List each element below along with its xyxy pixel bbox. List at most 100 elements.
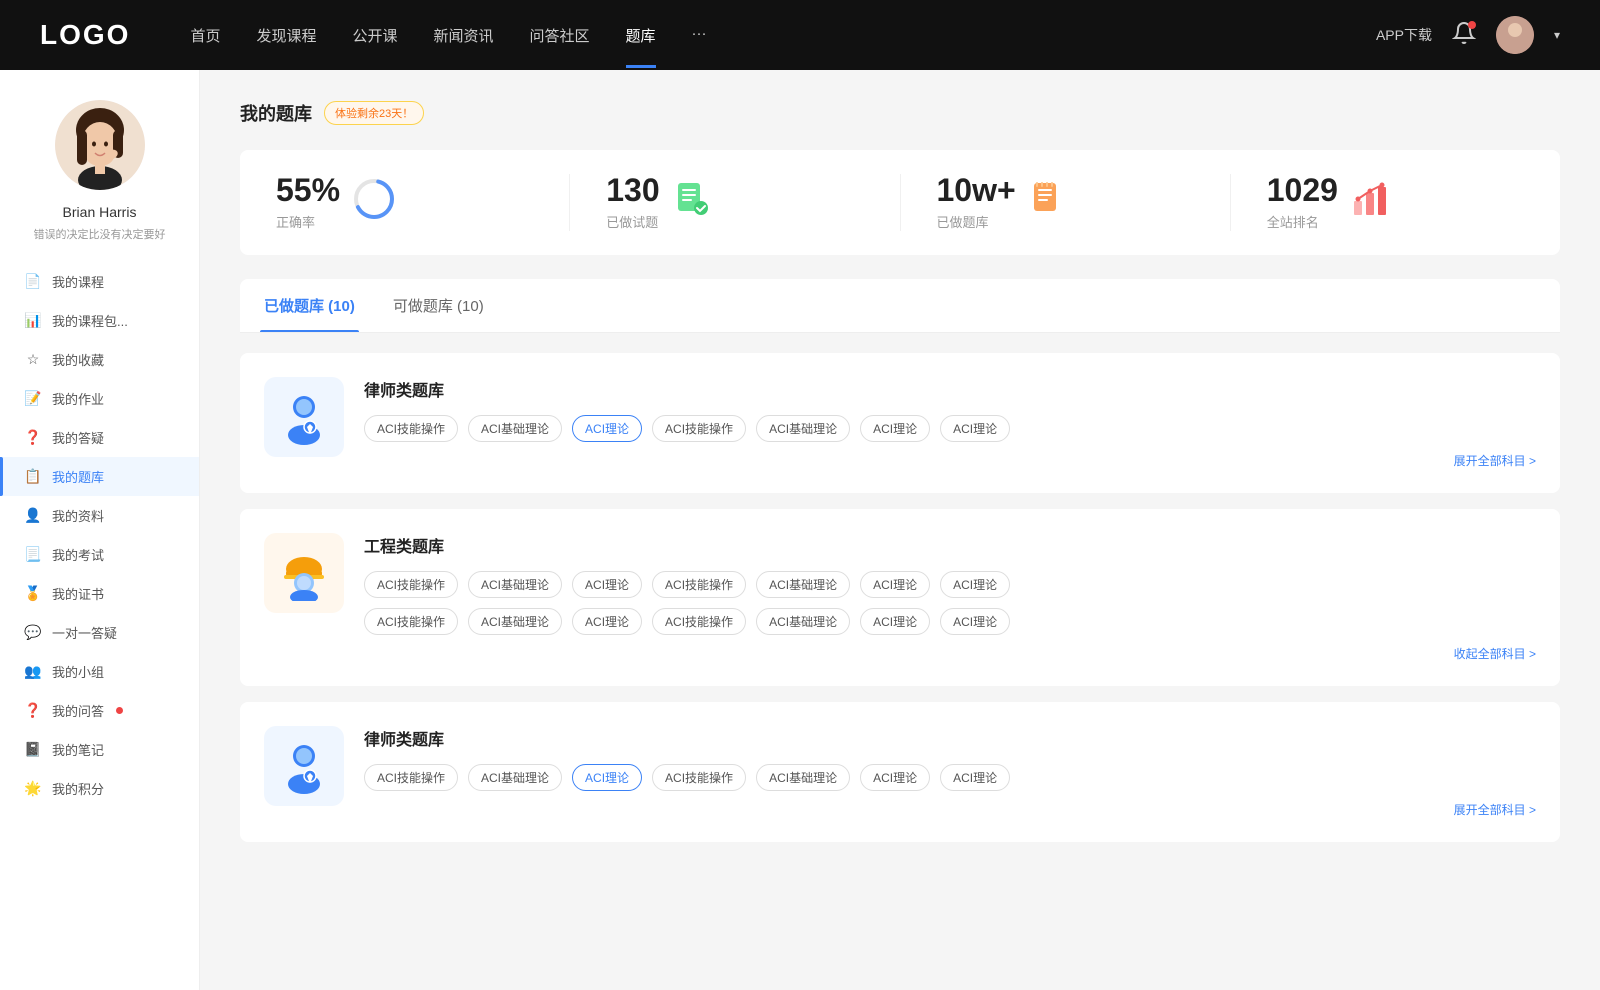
- expand-0[interactable]: 展开全部科目 >: [364, 452, 1536, 469]
- tab-available[interactable]: 可做题库 (10): [389, 279, 488, 332]
- expand-1[interactable]: 收起全部科目 >: [364, 645, 1536, 662]
- exam-icon: 📃: [24, 546, 42, 563]
- main-content: 我的题库 体验剩余23天！ 55% 正确率: [200, 70, 1600, 990]
- qa-icon: ❓: [24, 429, 42, 446]
- sidebar-item-exam[interactable]: 📃 我的考试: [0, 535, 199, 574]
- tag-2-2[interactable]: ACI理论: [572, 764, 642, 791]
- tag-2-5[interactable]: ACI理论: [860, 764, 930, 791]
- doc-orange-icon: [1030, 181, 1066, 217]
- app-download-button[interactable]: APP下载: [1376, 25, 1432, 45]
- tag-1-5[interactable]: ACI理论: [860, 571, 930, 598]
- certificate-icon: 🏅: [24, 585, 42, 602]
- sidebar-item-course-package[interactable]: 📊 我的课程包...: [0, 301, 199, 340]
- accuracy-value: 55%: [276, 174, 340, 206]
- notification-bell[interactable]: [1452, 21, 1476, 50]
- tag-2-4[interactable]: ACI基础理论: [756, 764, 850, 791]
- sidebar-item-one-on-one[interactable]: 💬 一对一答疑: [0, 613, 199, 652]
- done-banks-icon: [1030, 181, 1066, 224]
- subject-icon-wrapper-engineer: [264, 533, 344, 613]
- tag-0-4[interactable]: ACI基础理论: [756, 415, 850, 442]
- sidebar-avatar-image: [55, 100, 145, 190]
- stat-rank: 1029 全站排名: [1231, 174, 1560, 231]
- course-package-icon: 📊: [24, 312, 42, 329]
- tag-1r2-0[interactable]: ACI技能操作: [364, 608, 458, 635]
- tag-1r2-3[interactable]: ACI技能操作: [652, 608, 746, 635]
- logo[interactable]: LOGO: [40, 19, 130, 51]
- nav-home[interactable]: 首页: [190, 25, 220, 46]
- tag-1-6[interactable]: ACI理论: [940, 571, 1010, 598]
- sidebar-item-notes[interactable]: 📓 我的笔记: [0, 730, 199, 769]
- tag-1-2[interactable]: ACI理论: [572, 571, 642, 598]
- nav-open-course[interactable]: 公开课: [352, 25, 397, 46]
- sidebar-item-label: 我的考试: [52, 545, 104, 564]
- homework-icon: 📝: [24, 390, 42, 407]
- sidebar-item-qa[interactable]: ❓ 我的答疑: [0, 418, 199, 457]
- sidebar-item-label: 我的课程包...: [52, 311, 128, 330]
- expand-2[interactable]: 展开全部科目 >: [364, 801, 1536, 818]
- subject-name-0: 律师类题库: [364, 377, 1536, 401]
- questions-icon: ❓: [24, 702, 42, 719]
- tag-2-0[interactable]: ACI技能操作: [364, 764, 458, 791]
- nav-quiz[interactable]: 题库: [626, 25, 656, 46]
- tag-0-2[interactable]: ACI理论: [572, 415, 642, 442]
- my-courses-icon: 📄: [24, 273, 42, 290]
- page-header: 我的题库 体验剩余23天！: [240, 100, 1560, 126]
- tag-0-5[interactable]: ACI理论: [860, 415, 930, 442]
- sidebar-item-groups[interactable]: 👥 我的小组: [0, 652, 199, 691]
- subject-tags-0: ACI技能操作 ACI基础理论 ACI理论 ACI技能操作 ACI基础理论 AC…: [364, 415, 1536, 442]
- page-title: 我的题库: [240, 100, 312, 126]
- sidebar-item-homework[interactable]: 📝 我的作业: [0, 379, 199, 418]
- rank-icon: [1352, 181, 1388, 224]
- tag-1r2-4[interactable]: ACI基础理论: [756, 608, 850, 635]
- nav-news[interactable]: 新闻资讯: [434, 25, 494, 46]
- tag-1r2-1[interactable]: ACI基础理论: [468, 608, 562, 635]
- top-navigation: LOGO 首页 发现课程 公开课 新闻资讯 问答社区 题库 ··· APP下载: [0, 0, 1600, 70]
- tag-0-0[interactable]: ACI技能操作: [364, 415, 458, 442]
- tag-1-0[interactable]: ACI技能操作: [364, 571, 458, 598]
- sidebar-item-my-courses[interactable]: 📄 我的课程: [0, 262, 199, 301]
- tag-0-1[interactable]: ACI基础理论: [468, 415, 562, 442]
- stats-row: 55% 正确率 130 已做试题: [240, 150, 1560, 255]
- tag-1r2-6[interactable]: ACI理论: [940, 608, 1010, 635]
- tag-1-1[interactable]: ACI基础理论: [468, 571, 562, 598]
- profile-icon: 👤: [24, 507, 42, 524]
- subject-card-0: 律师类题库 ACI技能操作 ACI基础理论 ACI理论 ACI技能操作 ACI基…: [240, 353, 1560, 493]
- notification-dot: [1468, 21, 1476, 29]
- tag-1-3[interactable]: ACI技能操作: [652, 571, 746, 598]
- tag-0-3[interactable]: ACI技能操作: [652, 415, 746, 442]
- tag-2-1[interactable]: ACI基础理论: [468, 764, 562, 791]
- tag-1r2-2[interactable]: ACI理论: [572, 608, 642, 635]
- done-banks-value: 10w+: [937, 174, 1016, 206]
- tag-0-6[interactable]: ACI理论: [940, 415, 1010, 442]
- accuracy-label: 正确率: [276, 212, 340, 231]
- stat-done-banks: 10w+ 已做题库: [901, 174, 1231, 231]
- sidebar-motto: 错误的决定比没有决定要好: [24, 226, 176, 242]
- nav-more[interactable]: ···: [692, 25, 707, 46]
- user-menu-chevron[interactable]: ▾: [1554, 28, 1560, 42]
- tag-2-6[interactable]: ACI理论: [940, 764, 1010, 791]
- sidebar-item-label: 我的证书: [52, 584, 104, 603]
- nav-discover[interactable]: 发现课程: [256, 25, 316, 46]
- sidebar-item-label: 我的课程: [52, 272, 104, 291]
- sidebar-item-points[interactable]: 🌟 我的积分: [0, 769, 199, 808]
- sidebar-item-label: 一对一答疑: [52, 623, 117, 642]
- sidebar-item-favorites[interactable]: ☆ 我的收藏: [0, 340, 199, 379]
- tab-done[interactable]: 已做题库 (10): [260, 279, 359, 332]
- sidebar-item-profile[interactable]: 👤 我的资料: [0, 496, 199, 535]
- tag-1-4[interactable]: ACI基础理论: [756, 571, 850, 598]
- tag-2-3[interactable]: ACI技能操作: [652, 764, 746, 791]
- sidebar-item-quiz-bank[interactable]: 📋 我的题库: [0, 457, 199, 496]
- sidebar-item-questions[interactable]: ❓ 我的问答: [0, 691, 199, 730]
- sidebar-item-certificate[interactable]: 🏅 我的证书: [0, 574, 199, 613]
- tag-1r2-5[interactable]: ACI理论: [860, 608, 930, 635]
- avatar[interactable]: [1496, 16, 1534, 54]
- subject-icon-wrapper-lawyer-0: [264, 377, 344, 457]
- trial-badge: 体验剩余23天！: [324, 101, 424, 125]
- nav-qa[interactable]: 问答社区: [530, 25, 590, 46]
- subject-content-0: 律师类题库 ACI技能操作 ACI基础理论 ACI理论 ACI技能操作 ACI基…: [364, 377, 1536, 469]
- subject-content-1: 工程类题库 ACI技能操作 ACI基础理论 ACI理论 ACI技能操作 ACI基…: [364, 533, 1536, 662]
- subject-tags-row2: ACI技能操作 ACI基础理论 ACI理论 ACI技能操作 ACI基础理论 AC…: [364, 608, 1536, 635]
- sidebar-item-label: 我的答疑: [52, 428, 104, 447]
- quiz-bank-icon: 📋: [24, 468, 42, 485]
- subject-tags-row1: ACI技能操作 ACI基础理论 ACI理论 ACI技能操作 ACI基础理论 AC…: [364, 571, 1536, 598]
